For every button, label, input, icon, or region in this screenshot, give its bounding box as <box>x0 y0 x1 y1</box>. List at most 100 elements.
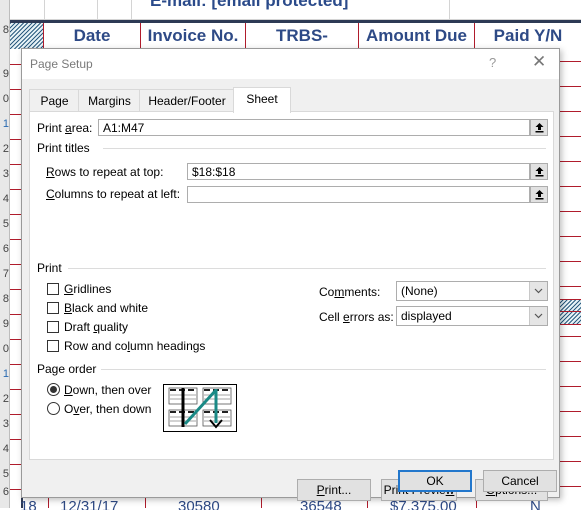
cell-border <box>558 411 581 412</box>
row-number: 0 <box>2 343 9 355</box>
cell-border <box>558 186 581 187</box>
cell-border <box>558 336 581 337</box>
columns-to-repeat-collapse-button[interactable] <box>530 186 548 203</box>
down-then-over-label[interactable]: Down, then over <box>64 383 151 397</box>
comments-label: Comments: <box>319 285 381 299</box>
row-number: 8 <box>2 293 9 305</box>
cell-border <box>558 286 581 287</box>
cell-border <box>558 461 581 462</box>
rows-to-repeat-collapse-button[interactable] <box>530 163 548 180</box>
header-cell-amount-due[interactable]: Amount Due <box>359 23 475 49</box>
row-number: 1 <box>2 368 9 380</box>
row-number: 6 <box>2 486 9 498</box>
row-number: 9 <box>2 68 9 80</box>
email-cell: E-mail: [email protected] <box>150 0 349 10</box>
row-number: 1 <box>2 118 9 130</box>
cell-border <box>558 211 581 212</box>
cell-border <box>10 339 21 340</box>
tab-margins[interactable]: Margins <box>78 89 141 112</box>
cell-border <box>10 414 21 415</box>
chevron-down-icon[interactable] <box>529 282 547 300</box>
cell-border <box>10 314 21 315</box>
cell-border <box>558 486 581 487</box>
cell-border <box>10 239 21 240</box>
row-number: 3 <box>2 168 9 180</box>
black-and-white-checkbox[interactable] <box>47 302 59 314</box>
ok-button[interactable]: OK <box>398 470 472 492</box>
cell-separator <box>48 498 49 508</box>
black-and-white-label[interactable]: Black and white <box>64 301 148 315</box>
page-order-preview-icon <box>163 384 237 432</box>
collapse-arrow-icon <box>535 123 544 133</box>
collapse-arrow-icon <box>535 190 544 200</box>
print-area-collapse-button[interactable] <box>530 119 548 136</box>
columns-to-repeat-label: Columns to repeat at left: <box>46 187 181 201</box>
draft-quality-checkbox[interactable] <box>47 321 59 333</box>
cell-border <box>10 489 21 490</box>
cell-separator <box>261 498 262 508</box>
cell-border <box>558 161 581 162</box>
cell-border <box>558 111 581 112</box>
tab-header-footer[interactable]: Header/Footer <box>139 89 235 112</box>
row-header-column: 8 9 0 1 2 3 4 5 6 7 8 9 0 1 2 3 4 5 6 <box>0 0 10 508</box>
row-column-headings-checkbox[interactable] <box>47 340 59 352</box>
print-button[interactable]: Print... <box>297 479 371 501</box>
cell-border <box>558 86 581 87</box>
row-number: 8 <box>2 24 9 36</box>
section-divider <box>103 148 546 149</box>
gridlines-checkbox[interactable] <box>47 283 59 295</box>
cell-border <box>558 236 581 237</box>
print-area-label: Print area: <box>37 121 93 135</box>
row-number: 3 <box>2 418 9 430</box>
cancel-button[interactable]: Cancel <box>483 470 557 492</box>
cell-errors-label: Cell errors as: <box>319 310 394 324</box>
section-divider <box>101 369 546 370</box>
row-number: 7 <box>2 268 9 280</box>
over-then-down-label[interactable]: Over, then down <box>64 402 151 416</box>
cell-border <box>10 214 21 215</box>
print-area-input[interactable]: A1:M47 <box>98 119 530 136</box>
dialog-titlebar[interactable]: Page Setup ? ✕ <box>22 49 559 79</box>
cell-border <box>10 114 21 115</box>
header-cell-paid[interactable]: Paid Y/N <box>475 23 581 49</box>
row-number: 6 <box>2 243 9 255</box>
print-titles-heading: Print titles <box>37 141 90 155</box>
hatched-cell <box>10 23 44 49</box>
cell-border <box>558 61 581 62</box>
print-heading: Print <box>37 261 62 275</box>
chevron-down-icon[interactable] <box>529 307 547 325</box>
rows-to-repeat-input[interactable]: $18:$18 <box>187 163 530 180</box>
tab-page[interactable]: Page <box>29 89 80 112</box>
comments-select-value: (None) <box>401 284 438 298</box>
cell-errors-select[interactable]: displayed <box>396 306 548 326</box>
columns-to-repeat-input[interactable] <box>187 186 530 203</box>
comments-select[interactable]: (None) <box>396 281 548 301</box>
row-number: 0 <box>2 93 9 105</box>
gridline <box>131 0 132 20</box>
cell-border <box>10 389 21 390</box>
cell-separator <box>145 498 146 508</box>
help-icon[interactable]: ? <box>489 55 496 70</box>
close-icon[interactable]: ✕ <box>532 52 546 72</box>
tab-sheet[interactable]: Sheet <box>233 87 291 113</box>
gridlines-label[interactable]: Gridlines <box>64 282 111 296</box>
header-cell-date[interactable]: Date <box>44 23 141 49</box>
row-number: 9 <box>2 318 9 330</box>
cell-border <box>10 289 21 290</box>
header-cell-trbs[interactable]: TRBS-00XXXXX <box>246 23 359 71</box>
cell-border <box>10 439 21 440</box>
cell-border <box>10 139 21 140</box>
section-divider <box>68 268 546 269</box>
over-then-down-radio[interactable] <box>47 402 60 415</box>
row-number: 2 <box>2 393 9 405</box>
header-cell-invoice[interactable]: Invoice No. <box>141 23 246 49</box>
cell-border <box>10 89 21 90</box>
gridline <box>97 0 98 20</box>
hatched-cell <box>558 299 581 325</box>
down-then-over-radio[interactable] <box>47 383 60 396</box>
row-number: 5 <box>2 218 9 230</box>
draft-quality-label[interactable]: Draft quality <box>64 320 128 334</box>
cell-border <box>10 264 21 265</box>
row-column-headings-label[interactable]: Row and column headings <box>64 339 205 353</box>
page-setup-dialog: Page Setup ? ✕ Page Margins Header/Foote… <box>21 48 560 501</box>
